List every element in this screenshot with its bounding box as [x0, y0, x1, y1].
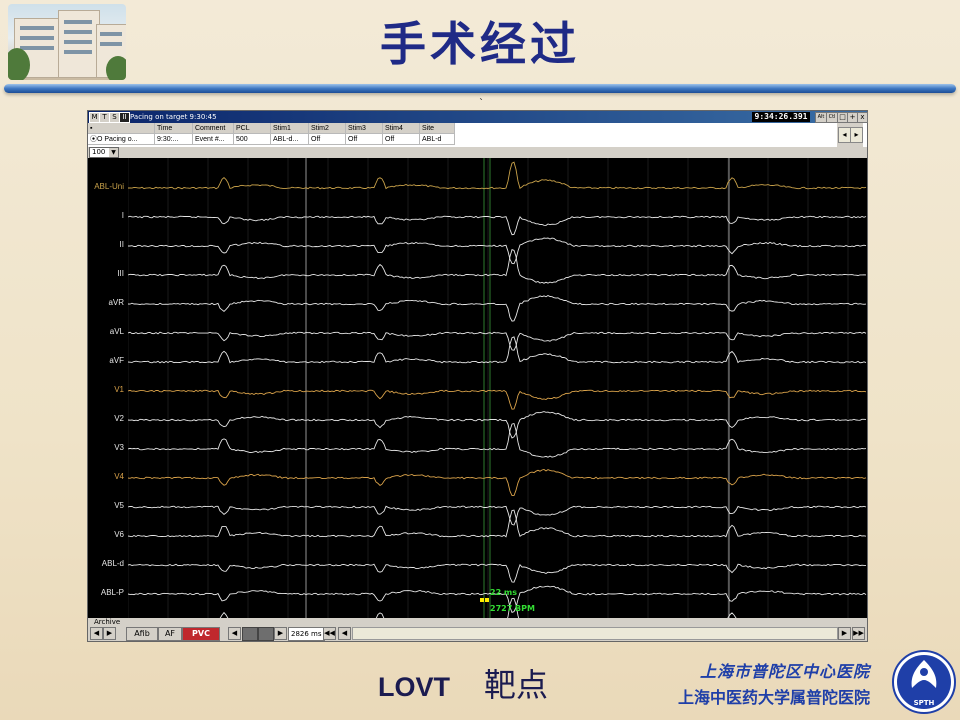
scroll-forward-icon[interactable]: ▶ — [838, 627, 851, 640]
channel-label: V6 — [114, 530, 124, 539]
col-header-stim3: Stim3 — [345, 123, 383, 134]
ecg-trace — [128, 161, 867, 190]
caption-lovt: LOVT — [378, 672, 450, 702]
col-header-site: Site — [419, 123, 455, 134]
channel-label: ABL-P — [100, 588, 124, 597]
channel-label: aVR — [108, 298, 124, 307]
cell-stim2: Off — [308, 133, 346, 145]
channel-labels: ABL-Uni I II III aVR aVL aVF V1 V2 V3 V4 V5 V6 ABL-d A… — [88, 158, 128, 626]
window-titlebar: M T S II Pacing on target 9:30:45 9:34:2… — [88, 111, 868, 123]
ecg-trace — [128, 469, 867, 497]
channel-label: II — [119, 240, 124, 249]
tab-afib[interactable]: Afib — [126, 627, 158, 641]
event-log-scroll: ◂ ▸ — [837, 123, 863, 147]
col-header-stim4: Stim4 — [382, 123, 420, 134]
cell-event-name: ⦿O Pacing o... — [88, 133, 155, 145]
col-header-time: Time — [154, 123, 193, 134]
tab-af[interactable]: AF — [158, 627, 182, 641]
slide-title: 手术经过 — [380, 17, 580, 71]
step-back-icon[interactable]: ◀ — [228, 627, 241, 640]
channel-label: V4 — [114, 472, 124, 481]
ecg-trace — [128, 237, 867, 265]
window-duration: 2826 ms — [288, 627, 325, 641]
scroll-back-icon[interactable]: ◀ — [338, 627, 351, 640]
col-header-stim1: Stim1 — [270, 123, 309, 134]
close-icon[interactable]: x — [857, 112, 868, 123]
hospital-name-2: 上海中医药大学属普陀医院 — [677, 688, 870, 707]
zoom-select[interactable]: 100 ▼ — [89, 147, 119, 158]
ecg-trace — [128, 331, 867, 351]
window-title: Pacing on target 9:30:45 — [130, 113, 217, 121]
event-log-header: ▪ Time Comment PCL Stim1 Stim2 Stim3 Sti… — [88, 123, 455, 134]
channel-label: ABL-Uni — [94, 182, 124, 191]
rate-measurement: 2727 BPM — [490, 604, 535, 613]
measurement-marker[interactable] — [485, 598, 489, 602]
ecg-trace — [128, 509, 867, 538]
channel-label: aVF — [109, 356, 124, 365]
cell-stim1: ABL-d... — [270, 133, 309, 145]
rewind-icon[interactable]: ◀◀ — [323, 627, 336, 640]
interval-measurement: 22 ms — [490, 588, 517, 597]
ecg-trace — [128, 389, 867, 410]
col-header-marker: ▪ — [88, 123, 155, 134]
channel-label: V3 — [114, 443, 124, 452]
channel-label: I — [121, 211, 124, 220]
zoom-value: 100 — [92, 148, 106, 156]
event-log-table: ▪ Time Comment PCL Stim1 Stim2 Stim3 Sti… — [88, 123, 455, 145]
clock-display: 9:34:26.391 — [752, 112, 810, 122]
col-header-pcl: PCL — [233, 123, 271, 134]
cell-site: ABL-d — [419, 133, 455, 145]
ecg-trace — [128, 336, 867, 364]
logo-text: SPTH — [914, 699, 935, 707]
channel-label: V5 — [114, 501, 124, 510]
timeline-scrollbar[interactable] — [352, 627, 838, 640]
channel-label: V2 — [114, 414, 124, 423]
cell-comment: Event #... — [192, 133, 234, 145]
stop-button[interactable] — [242, 627, 258, 641]
archive-tabs-row: Archive ◀ ▶ Afib AF PVC ◀ ▶ 2826 ms ◀◀ ◀… — [88, 618, 867, 641]
ecg-traces[interactable]: 22 ms 2727 BPM — [128, 158, 867, 618]
ecg-trace — [128, 563, 866, 583]
ecg-trace-area[interactable]: ABL-Uni I II III aVR aVL aVF V1 V2 V3 V4 V5 V6 ABL-d A… — [88, 158, 867, 626]
scroll-right-icon[interactable]: ▸ — [850, 127, 863, 143]
ecg-trace — [128, 248, 867, 284]
record-button[interactable] — [258, 627, 274, 641]
table-row[interactable]: ⦿O Pacing o... 9:30:... Event #... 500 A… — [88, 133, 455, 145]
cell-time: 9:30:... — [154, 133, 193, 145]
ecg-trace — [128, 505, 867, 526]
cell-pcl: 500 — [233, 133, 271, 145]
toolbar-button-pause[interactable]: II — [119, 112, 130, 123]
col-header-comment: Comment — [192, 123, 234, 134]
event-log-panel: ▪ Time Comment PCL Stim1 Stim2 Stim3 Sti… — [88, 123, 867, 147]
zoom-row: 100 ▼ — [88, 147, 867, 158]
fast-forward-icon[interactable]: ▶▶ — [852, 627, 865, 640]
step-forward-icon[interactable]: ▶ — [274, 627, 287, 640]
tab-pvc[interactable]: PVC — [182, 627, 220, 641]
channel-label: aVL — [109, 327, 124, 336]
slide-caption: LOVT 靶点 — [378, 660, 548, 706]
tick-mark: ` — [479, 98, 484, 109]
title-divider-bar — [4, 84, 956, 93]
hospital-logo-icon: SPTH — [892, 650, 956, 714]
channel-label: ABL-d — [101, 559, 124, 568]
cell-stim3: Off — [345, 133, 383, 145]
chevron-down-icon[interactable]: ▼ — [109, 148, 118, 157]
hospital-name-1: 上海市普陀区中心医院 — [699, 662, 870, 681]
measurement-marker[interactable] — [480, 598, 484, 602]
caption-target: 靶点 — [484, 667, 549, 703]
ecg-trace — [128, 422, 867, 458]
archive-label: Archive — [94, 618, 121, 626]
channel-label: III — [117, 269, 124, 278]
cell-stim4: Off — [382, 133, 420, 145]
ecg-trace — [128, 294, 867, 322]
first-tab-icon[interactable]: ◀ — [90, 627, 103, 640]
ecg-trace — [128, 411, 867, 439]
ep-recording-window: M T S II Pacing on target 9:30:45 9:34:2… — [87, 110, 868, 642]
channel-label: V1 — [114, 385, 124, 394]
next-tab-icon[interactable]: ▶ — [103, 627, 116, 640]
col-header-stim2: Stim2 — [308, 123, 346, 134]
ecg-trace — [128, 215, 867, 236]
